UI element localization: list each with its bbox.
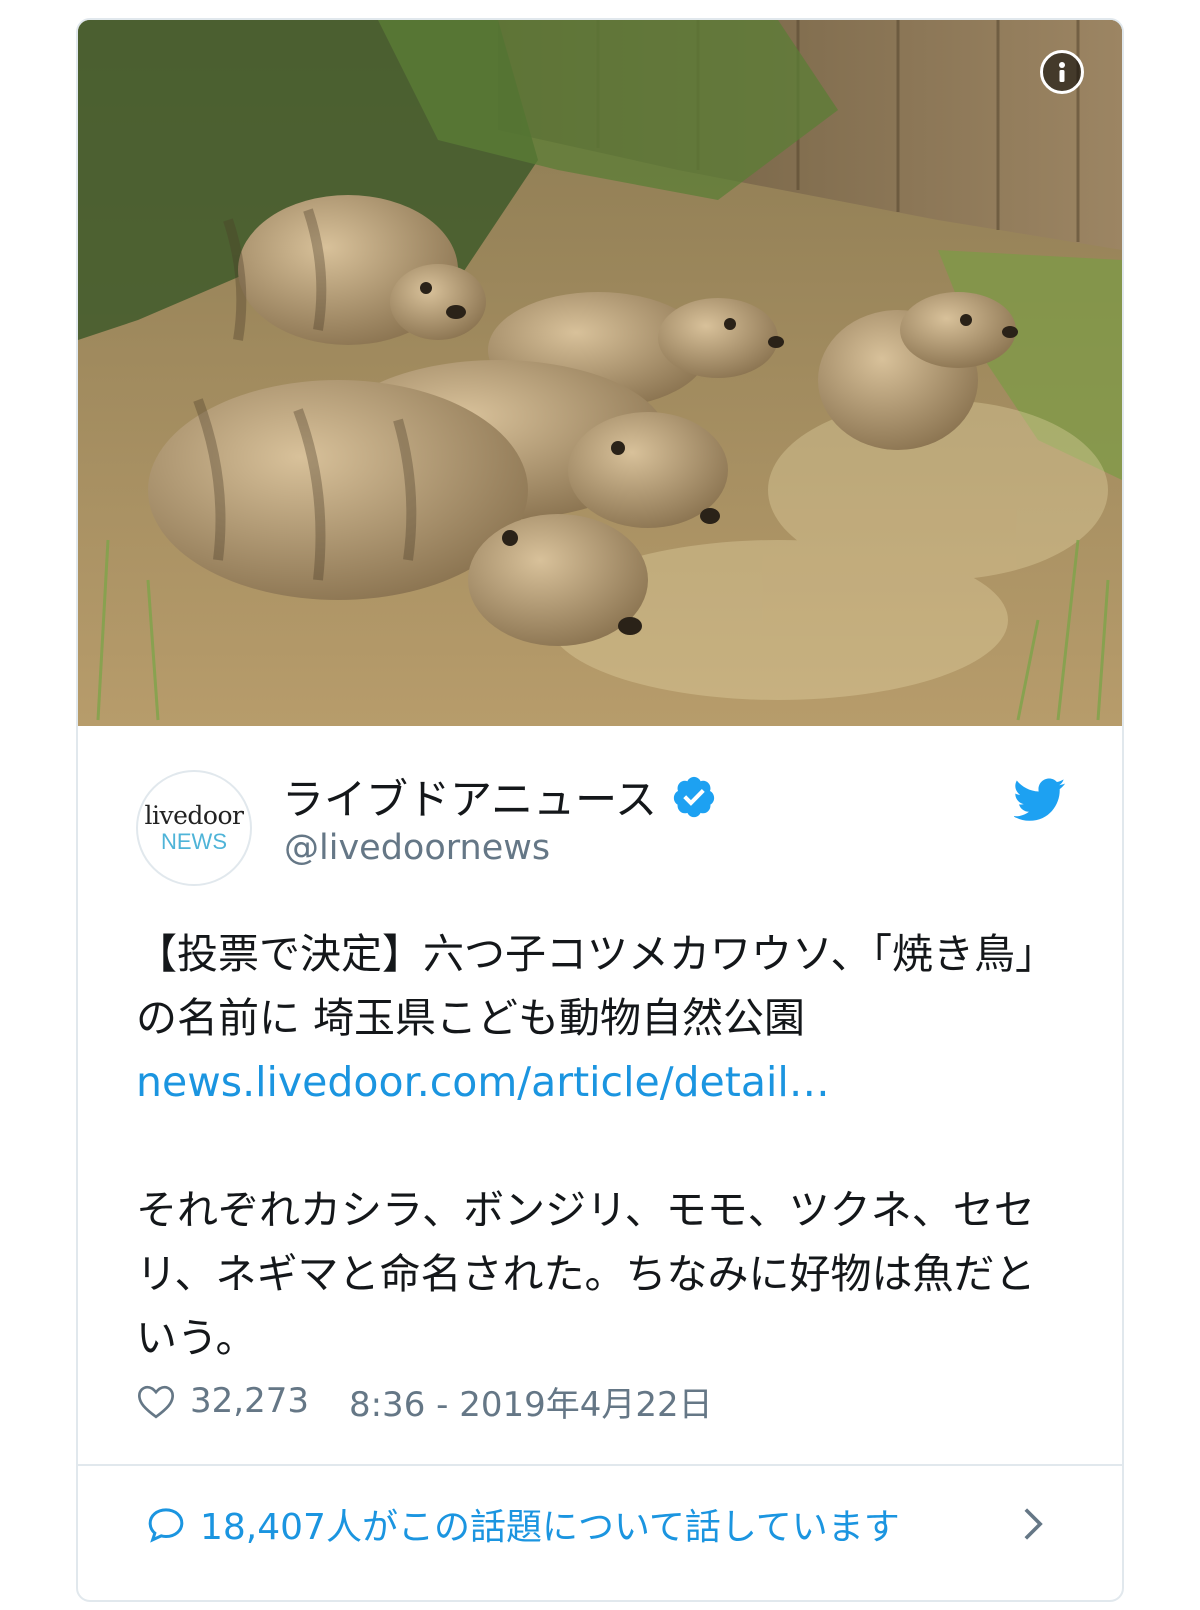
- author-handle[interactable]: @livedoornews: [284, 828, 550, 868]
- tweet-photo[interactable]: [78, 20, 1122, 726]
- chevron-right-icon: [1024, 1508, 1043, 1540]
- twitter-bird-icon[interactable]: [1014, 778, 1066, 822]
- tweet-text: 【投票で決定】六つ子コツメカワウソ、「焼き鳥」の名前に 埼玉県こども動物自然公園…: [136, 922, 1036, 1370]
- avatar[interactable]: livedoor NEWS: [136, 770, 252, 886]
- tweet-text-part1: 【投票で決定】六つ子コツメカワウソ、「焼き鳥」の名前に 埼玉県こども動物自然公園: [136, 930, 1036, 1042]
- info-icon[interactable]: [1040, 50, 1084, 94]
- otters-photo-illustration: [78, 20, 1122, 726]
- author-display-name[interactable]: ライブドアニュース: [282, 766, 717, 827]
- author-name-text: ライブドアニュース: [282, 775, 658, 824]
- like-button[interactable]: 32,273: [136, 1381, 309, 1421]
- conversation-link[interactable]: 18,407人がこの話題について話しています: [78, 1466, 1122, 1582]
- tweet-paragraph-1: 【投票で決定】六つ子コツメカワウソ、「焼き鳥」の名前に 埼玉県こども動物自然公園…: [136, 922, 1036, 1114]
- conversation-text: 18,407人がこの話題について話しています: [200, 1507, 900, 1548]
- info-glyph: [1059, 62, 1065, 82]
- heart-icon: [137, 1385, 175, 1419]
- avatar-logo-bottom: NEWS: [161, 829, 227, 854]
- tweet-article-link[interactable]: news.livedoor.com/article/detail…: [136, 1058, 830, 1106]
- tweet-timestamp[interactable]: 8:36 - 2019年4月22日: [349, 1377, 713, 1426]
- tweet-meta: 32,273 8:36 - 2019年4月22日: [136, 1376, 713, 1426]
- like-count: 32,273: [190, 1381, 309, 1421]
- tweet-embed-card: livedoor NEWS ライブドアニュース @livedoornews 【投…: [76, 18, 1124, 1602]
- comment-bubble-icon: [148, 1508, 184, 1543]
- verified-badge-icon: [673, 776, 715, 817]
- tweet-text-part2: それぞれカシラ、ボンジリ、モモ、ツクネ、セセリ、ネギマと命名された。ちなみに好物…: [136, 1186, 1036, 1362]
- avatar-logo-top: livedoor: [144, 801, 244, 830]
- tweet-header: livedoor NEWS ライブドアニュース @livedoornews: [136, 770, 1066, 890]
